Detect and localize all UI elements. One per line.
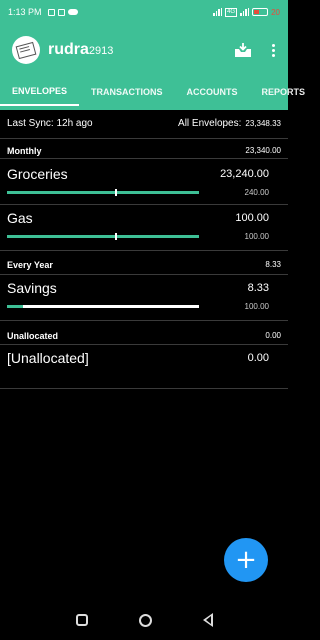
section-header-monthly: Monthly 23,340.00 (7, 146, 281, 156)
signal-icon (213, 8, 223, 16)
envelope-balance: 0.00 (247, 352, 269, 364)
more-vert-icon[interactable] (270, 43, 276, 57)
add-icon: + (235, 545, 257, 575)
app-title-main: rudra (48, 41, 89, 58)
battery-level: 20 (271, 7, 280, 17)
sync-row: Last Sync: 12h ago All Envelopes: 23,348… (7, 118, 281, 129)
tab-accounts[interactable]: ACCOUNTS (175, 78, 250, 106)
divider (0, 344, 288, 345)
status-right: 4G 20 (213, 7, 280, 17)
progress-marker (115, 189, 117, 196)
envelope-progress-bar (7, 189, 199, 196)
gallery-icon (57, 8, 65, 16)
envelope-budget: 240.00 (244, 188, 269, 197)
section-total: 8.33 (265, 260, 281, 269)
section-name: Monthly (7, 146, 42, 156)
envelope-budget: 100.00 (244, 232, 269, 241)
envelope-logo-icon[interactable] (12, 36, 40, 64)
divider (0, 158, 288, 159)
all-envelopes-label: All Envelopes: (178, 118, 242, 129)
section-total: 23,340.00 (245, 146, 281, 155)
envelope-balance: 8.33 (247, 282, 269, 294)
tab-reports[interactable]: REPORTS (250, 78, 306, 106)
divider (0, 204, 288, 205)
section-header-unallocated: Unallocated 0.00 (7, 331, 281, 341)
divider (0, 320, 288, 321)
section-name: Every Year (7, 260, 53, 270)
cloud-icon (67, 9, 78, 15)
back-icon[interactable] (202, 613, 213, 627)
progress-fill (7, 305, 23, 308)
envelope-row-gas[interactable]: Gas 100.00 100.00 (7, 210, 281, 248)
toolbar: rudra2913 (0, 28, 288, 72)
divider (0, 250, 288, 251)
section-name: Unallocated (7, 331, 59, 341)
inbox-download-icon[interactable] (234, 42, 252, 58)
add-envelope-button[interactable]: + (224, 538, 268, 582)
envelope-name: Savings (7, 280, 57, 296)
home-icon[interactable] (138, 613, 152, 627)
recents-icon[interactable] (75, 614, 88, 626)
tab-bar: ENVELOPES TRANSACTIONS ACCOUNTS REPORTS (0, 78, 305, 108)
envelope-name: [Unallocated] (7, 350, 89, 366)
system-nav-bar (0, 600, 288, 640)
tab-transactions[interactable]: TRANSACTIONS (79, 78, 175, 106)
app-bar: 1:13 PM 4G 20 rudra2913 ENVELOPES TRANSA… (0, 0, 305, 110)
notification-icons (47, 8, 78, 16)
volte-icon: 4G (225, 7, 238, 17)
progress-fill (7, 191, 199, 194)
app-title: rudra2913 (48, 41, 113, 59)
last-sync-label: Last Sync: 12h ago (7, 118, 93, 129)
all-envelopes-value: 23,348.33 (245, 119, 281, 128)
envelope-progress-bar (7, 233, 199, 240)
progress-marker (115, 233, 117, 240)
envelope-row-groceries[interactable]: Groceries 23,240.00 240.00 (7, 166, 281, 204)
status-time: 1:13 PM (8, 7, 42, 17)
envelope-balance: 23,240.00 (220, 168, 269, 180)
envelope-balance: 100.00 (235, 212, 269, 224)
signal-2-icon (240, 8, 250, 16)
envelope-row-savings[interactable]: Savings 8.33 100.00 (7, 280, 281, 318)
divider (0, 138, 288, 139)
app-title-suffix: 2913 (88, 45, 114, 57)
progress-fill (7, 235, 199, 238)
status-bar: 1:13 PM 4G 20 (0, 0, 288, 24)
divider (0, 274, 288, 275)
envelope-budget: 100.00 (244, 302, 269, 311)
battery-icon (252, 8, 269, 16)
toolbar-actions (234, 42, 276, 58)
envelope-progress-bar (7, 305, 199, 308)
envelope-row-unallocated[interactable]: [Unallocated] 0.00 (7, 350, 281, 386)
tab-envelopes[interactable]: ENVELOPES (0, 78, 80, 106)
notification-icon (47, 8, 55, 16)
all-envelopes-total: All Envelopes: 23,348.33 (178, 118, 281, 129)
divider (0, 388, 288, 389)
section-header-every-year: Every Year 8.33 (7, 260, 281, 270)
section-total: 0.00 (265, 331, 281, 340)
